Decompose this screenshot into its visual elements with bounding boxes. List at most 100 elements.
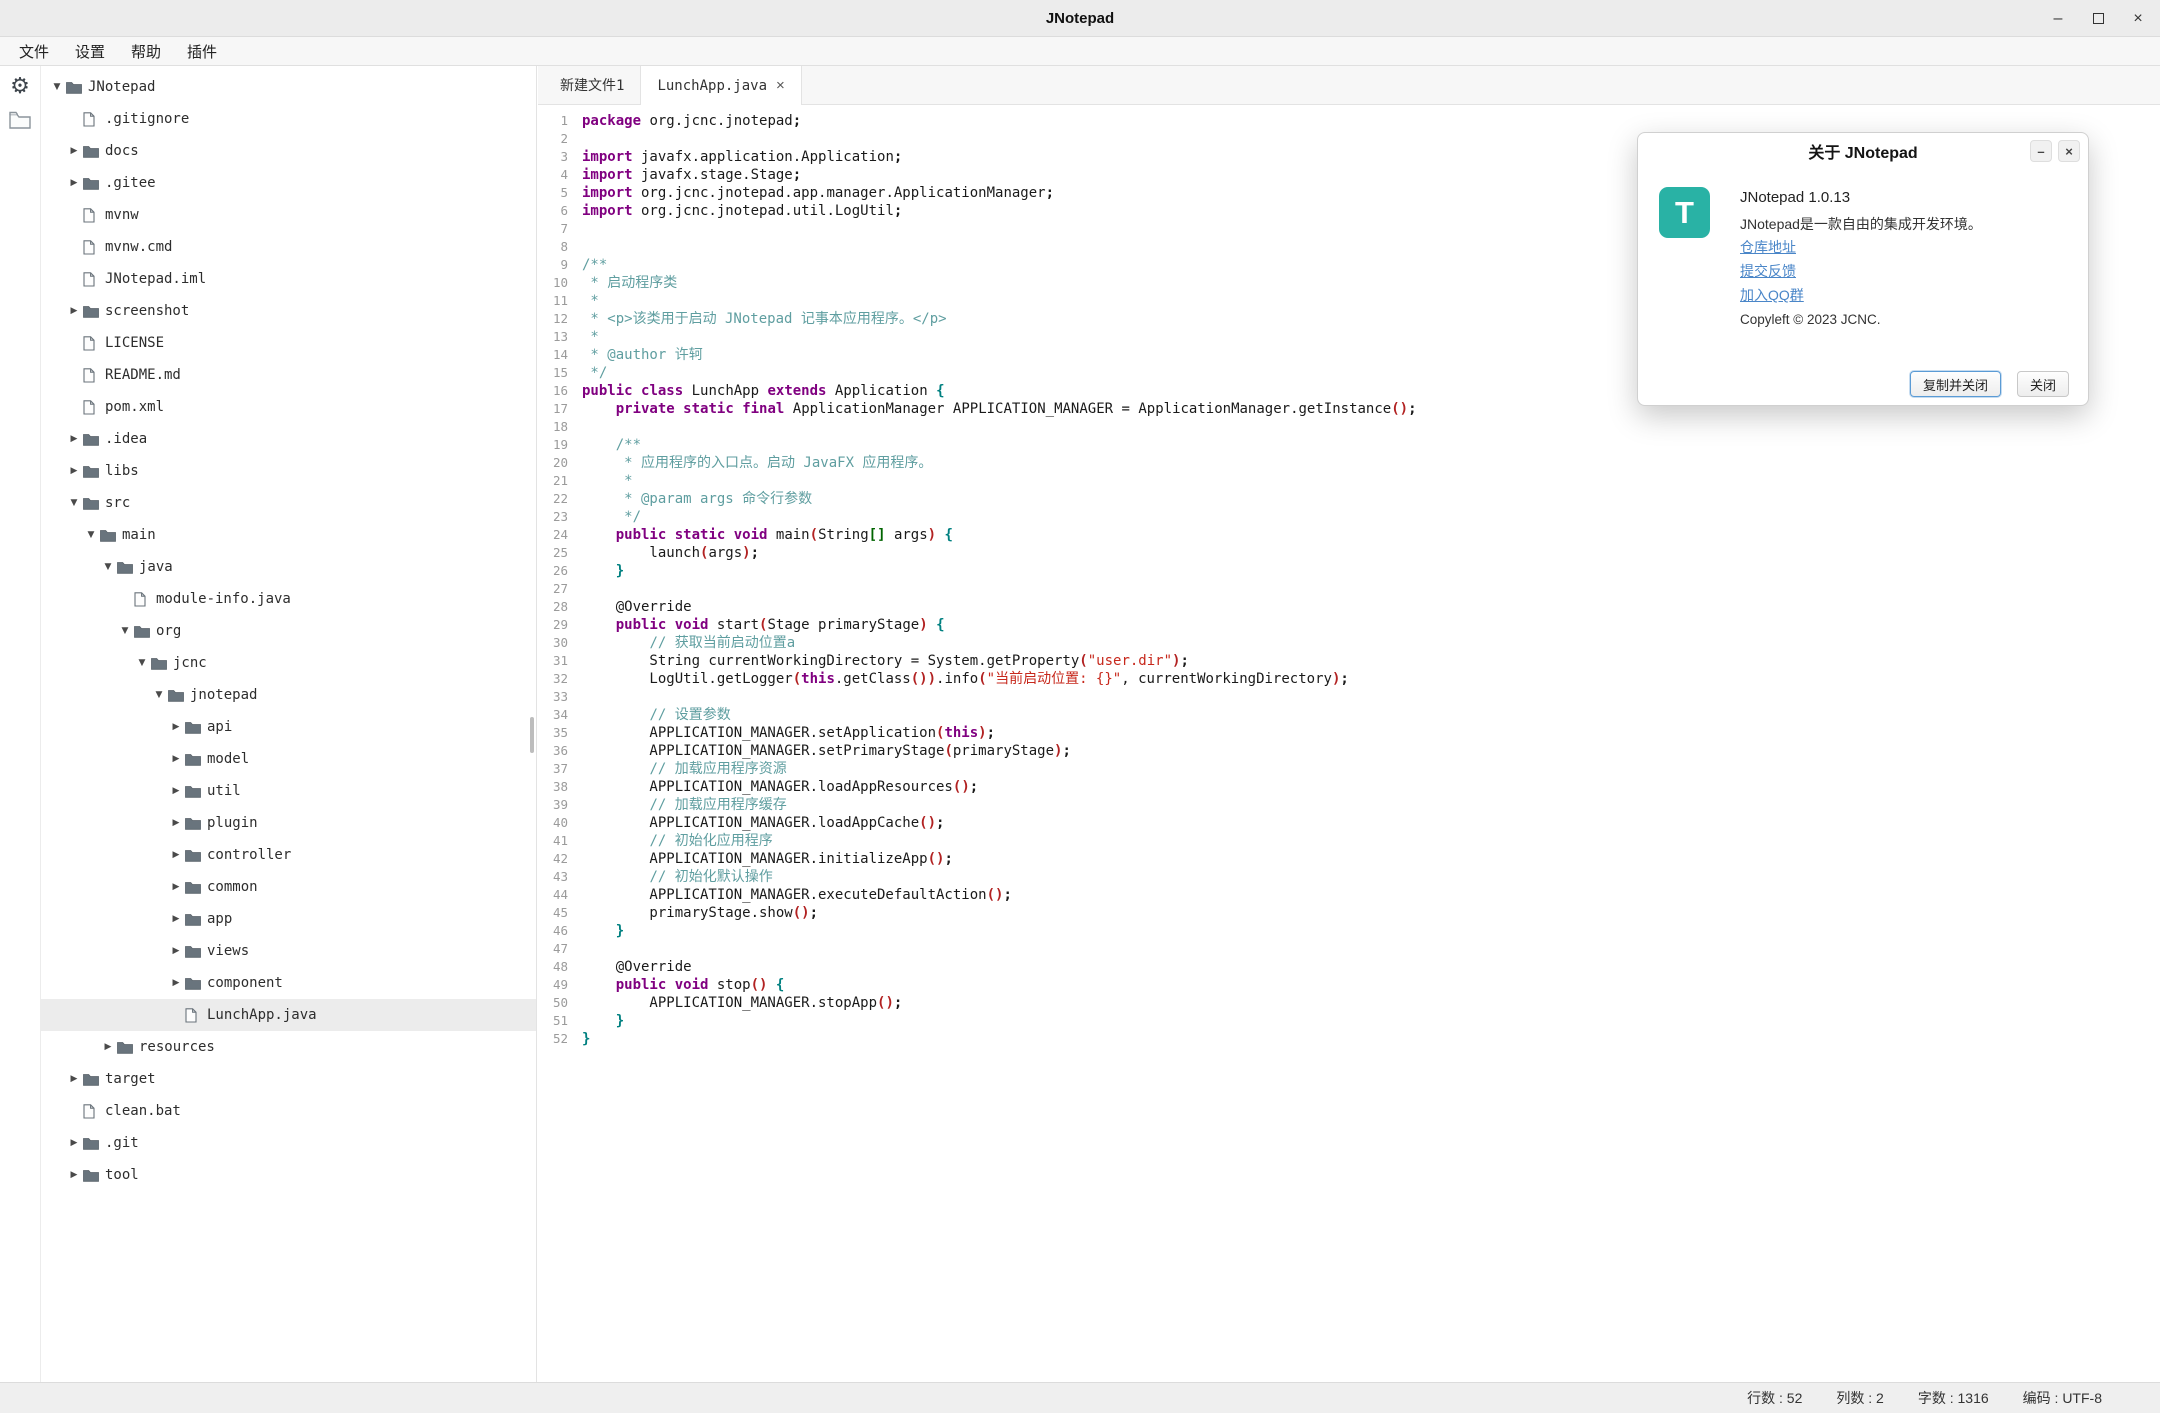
tree-item[interactable]: ▶views bbox=[41, 935, 536, 967]
code-line[interactable]: 40 APPLICATION_MANAGER.loadAppCache(); bbox=[538, 814, 2160, 832]
tree-item[interactable]: ▶target bbox=[41, 1063, 536, 1095]
tree-item[interactable]: ▶docs bbox=[41, 135, 536, 167]
dialog-button[interactable]: 复制并关闭 bbox=[1910, 371, 2001, 397]
chevron-collapsed-icon[interactable]: ▶ bbox=[167, 818, 185, 828]
dialog-link[interactable]: 仓库地址 bbox=[1740, 237, 1796, 257]
editor-tab[interactable]: LunchApp.java× bbox=[640, 66, 801, 105]
chevron-expanded-icon[interactable]: ▼ bbox=[99, 562, 117, 572]
tree-item[interactable]: ▶app bbox=[41, 903, 536, 935]
chevron-collapsed-icon[interactable]: ▶ bbox=[65, 1170, 83, 1180]
chevron-collapsed-icon[interactable]: ▶ bbox=[65, 466, 83, 476]
window-maximize-icon[interactable] bbox=[2090, 11, 2106, 27]
chevron-expanded-icon[interactable]: ▼ bbox=[133, 658, 151, 668]
chevron-collapsed-icon[interactable]: ▶ bbox=[167, 722, 185, 732]
tree-item[interactable]: ▼org bbox=[41, 615, 536, 647]
tree-item[interactable]: ▶component bbox=[41, 967, 536, 999]
open-folder-icon[interactable] bbox=[8, 110, 32, 135]
code-line[interactable]: 43 // 初始化默认操作 bbox=[538, 868, 2160, 886]
tree-item[interactable]: ▶plugin bbox=[41, 807, 536, 839]
chevron-collapsed-icon[interactable]: ▶ bbox=[65, 146, 83, 156]
tree-item[interactable]: ▶controller bbox=[41, 839, 536, 871]
tree-item[interactable]: ▼jnotepad bbox=[41, 679, 536, 711]
tree-item[interactable]: ▼java bbox=[41, 551, 536, 583]
tree-item[interactable]: module-info.java bbox=[41, 583, 536, 615]
code-line[interactable]: 25 launch(args); bbox=[538, 544, 2160, 562]
code-line[interactable]: 50 APPLICATION_MANAGER.stopApp(); bbox=[538, 994, 2160, 1012]
code-line[interactable]: 18 bbox=[538, 418, 2160, 436]
dialog-close-icon[interactable]: × bbox=[2058, 140, 2080, 162]
dialog-titlebar[interactable]: 关于 JNotepad – × bbox=[1638, 133, 2088, 169]
dialog-link[interactable]: 加入QQ群 bbox=[1740, 285, 1804, 305]
code-line[interactable]: 41 // 初始化应用程序 bbox=[538, 832, 2160, 850]
chevron-expanded-icon[interactable]: ▼ bbox=[48, 82, 66, 92]
tab-close-icon[interactable]: × bbox=[776, 77, 785, 94]
chevron-collapsed-icon[interactable]: ▶ bbox=[167, 946, 185, 956]
dialog-minimize-icon[interactable]: – bbox=[2030, 140, 2052, 162]
code-line[interactable]: 28 @Override bbox=[538, 598, 2160, 616]
tree-item[interactable]: ▶tool bbox=[41, 1159, 536, 1191]
tree-scrollbar-thumb[interactable] bbox=[530, 717, 534, 753]
tree-item[interactable]: README.md bbox=[41, 359, 536, 391]
chevron-expanded-icon[interactable]: ▼ bbox=[116, 626, 134, 636]
code-line[interactable]: 34 // 设置参数 bbox=[538, 706, 2160, 724]
code-line[interactable]: 31 String currentWorkingDirectory = Syst… bbox=[538, 652, 2160, 670]
chevron-expanded-icon[interactable]: ▼ bbox=[82, 530, 100, 540]
code-line[interactable]: 38 APPLICATION_MANAGER.loadAppResources(… bbox=[538, 778, 2160, 796]
tree-item[interactable]: .gitignore bbox=[41, 103, 536, 135]
tree-item[interactable]: clean.bat bbox=[41, 1095, 536, 1127]
code-line[interactable]: 35 APPLICATION_MANAGER.setApplication(th… bbox=[538, 724, 2160, 742]
chevron-collapsed-icon[interactable]: ▶ bbox=[167, 786, 185, 796]
tree-item[interactable]: ▶.idea bbox=[41, 423, 536, 455]
editor-tab[interactable]: 新建文件1 bbox=[544, 66, 640, 104]
code-line[interactable]: 45 primaryStage.show(); bbox=[538, 904, 2160, 922]
chevron-collapsed-icon[interactable]: ▶ bbox=[65, 306, 83, 316]
code-line[interactable]: 26 } bbox=[538, 562, 2160, 580]
code-line[interactable]: 52} bbox=[538, 1030, 2160, 1048]
tree-item[interactable]: pom.xml bbox=[41, 391, 536, 423]
tree-item[interactable]: ▶model bbox=[41, 743, 536, 775]
code-line[interactable]: 48 @Override bbox=[538, 958, 2160, 976]
window-close-icon[interactable]: × bbox=[2130, 11, 2146, 27]
chevron-collapsed-icon[interactable]: ▶ bbox=[167, 850, 185, 860]
chevron-collapsed-icon[interactable]: ▶ bbox=[167, 754, 185, 764]
window-minimize-icon[interactable]: – bbox=[2050, 11, 2066, 27]
chevron-collapsed-icon[interactable]: ▶ bbox=[167, 914, 185, 924]
code-line[interactable]: 32 LogUtil.getLogger(this.getClass()).in… bbox=[538, 670, 2160, 688]
tree-item[interactable]: ▼src bbox=[41, 487, 536, 519]
chevron-collapsed-icon[interactable]: ▶ bbox=[167, 882, 185, 892]
chevron-expanded-icon[interactable]: ▼ bbox=[150, 690, 168, 700]
tree-item[interactable]: LunchApp.java bbox=[41, 999, 536, 1031]
code-line[interactable]: 33 bbox=[538, 688, 2160, 706]
tree-item[interactable]: ▶screenshot bbox=[41, 295, 536, 327]
tree-item[interactable]: ▶resources bbox=[41, 1031, 536, 1063]
code-line[interactable]: 24 public static void main(String[] args… bbox=[538, 526, 2160, 544]
code-line[interactable]: 20 * 应用程序的入口点。启动 JavaFX 应用程序。 bbox=[538, 454, 2160, 472]
code-line[interactable]: 49 public void stop() { bbox=[538, 976, 2160, 994]
code-line[interactable]: 47 bbox=[538, 940, 2160, 958]
code-line[interactable]: 37 // 加载应用程序资源 bbox=[538, 760, 2160, 778]
tree-item[interactable]: ▶api bbox=[41, 711, 536, 743]
menu-item[interactable]: 插件 bbox=[176, 38, 228, 65]
tree-item[interactable]: ▶util bbox=[41, 775, 536, 807]
tree-item[interactable]: ▼JNotepad bbox=[41, 71, 536, 103]
chevron-collapsed-icon[interactable]: ▶ bbox=[65, 1138, 83, 1148]
code-line[interactable]: 22 * @param args 命令行参数 bbox=[538, 490, 2160, 508]
dialog-button[interactable]: 关闭 bbox=[2017, 371, 2069, 397]
code-line[interactable]: 39 // 加载应用程序缓存 bbox=[538, 796, 2160, 814]
code-line[interactable]: 36 APPLICATION_MANAGER.setPrimaryStage(p… bbox=[538, 742, 2160, 760]
tree-item[interactable]: ▶.git bbox=[41, 1127, 536, 1159]
tree-item[interactable]: JNotepad.iml bbox=[41, 263, 536, 295]
tree-item[interactable]: LICENSE bbox=[41, 327, 536, 359]
menu-item[interactable]: 帮助 bbox=[120, 38, 172, 65]
chevron-collapsed-icon[interactable]: ▶ bbox=[65, 1074, 83, 1084]
tree-item[interactable]: ▶libs bbox=[41, 455, 536, 487]
chevron-collapsed-icon[interactable]: ▶ bbox=[65, 178, 83, 188]
dialog-link[interactable]: 提交反馈 bbox=[1740, 261, 1796, 281]
tree-item[interactable]: ▶.gitee bbox=[41, 167, 536, 199]
settings-gear-icon[interactable]: ⚙ bbox=[10, 75, 30, 97]
tree-item[interactable]: ▼main bbox=[41, 519, 536, 551]
menu-item[interactable]: 文件 bbox=[8, 38, 60, 65]
chevron-collapsed-icon[interactable]: ▶ bbox=[65, 434, 83, 444]
code-line[interactable]: 1package org.jcnc.jnotepad; bbox=[538, 112, 2160, 130]
code-line[interactable]: 27 bbox=[538, 580, 2160, 598]
